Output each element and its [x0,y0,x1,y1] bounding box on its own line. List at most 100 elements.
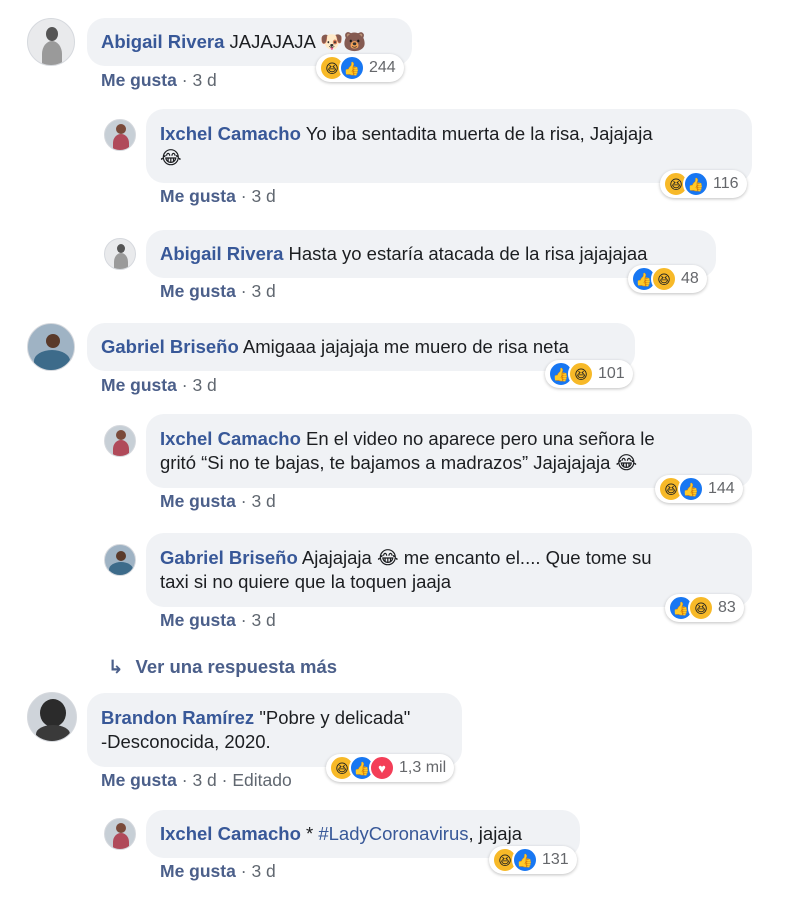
comment-text-suffix: , jajaja [468,823,522,844]
avatar-figure [116,430,126,440]
reaction-summary[interactable]: 😆 👍 144 [655,475,743,503]
comment-text-line2: taxi si no quiere que la toquen jaaja [160,571,452,592]
comment-author[interactable]: Gabriel Briseño [160,547,298,568]
like-button[interactable]: Me gusta [160,186,236,206]
like-button[interactable]: Me gusta [160,610,236,630]
reaction-count: 48 [681,270,699,287]
comment-text: Ajajajaja 😂 me encanto el.... Que tome s… [301,547,652,568]
reaction-count: 116 [713,175,739,192]
avatar-figure [116,551,126,561]
haha-reaction-icon: 😆 [651,266,677,292]
avatar-figure-body [36,725,70,741]
comment-author[interactable]: Ixchel Camacho [160,823,301,844]
avatar[interactable] [104,544,136,576]
comment-text-line2: -Desconocida, 2020. [101,731,271,752]
comment-text: Amigaaa jajajaja me muero de risa neta [242,336,569,357]
like-reaction-icon: 👍 [512,847,538,873]
avatar[interactable] [27,18,75,66]
comment-timestamp[interactable]: 3 d [251,491,275,511]
comment-actions: Me gusta · 3 d [101,70,217,90]
comment-timestamp[interactable]: 3 d [251,610,275,630]
comment-timestamp[interactable]: 3 d [251,186,275,206]
comment-bubble: Ixchel Camacho Yo iba sentadita muerta d… [146,109,752,183]
reaction-summary[interactable]: 👍 😆 83 [665,594,744,622]
reaction-count: 1,3 mil [399,759,447,776]
avatar[interactable] [27,692,77,742]
comment-bubble: Gabriel Briseño Ajajajaja 😂 me encanto e… [146,533,752,607]
comment-actions: Me gusta · 3 d [160,610,276,630]
hashtag-link[interactable]: #LadyCoronavirus [318,823,468,844]
reaction-summary[interactable]: 👍 😆 101 [545,360,633,388]
comment-text: En el video no aparece pero una señora l… [306,428,655,449]
like-button[interactable]: Me gusta [160,491,236,511]
reaction-count: 144 [708,480,735,497]
view-more-replies-label: Ver una respuesta más [135,656,338,677]
reaction-count: 83 [718,599,736,616]
comment-timestamp[interactable]: 3 d [192,770,216,790]
reaction-summary[interactable]: 😆 👍 ♥ 1,3 mil [326,754,455,782]
avatar[interactable] [104,119,136,151]
comment-text-prefix: * [306,823,319,844]
avatar[interactable] [104,425,136,457]
comment-actions: Me gusta · 3 d · Editado [101,770,292,790]
comment-timestamp[interactable]: 3 d [192,375,216,395]
reaction-count: 244 [369,59,396,76]
reaction-summary[interactable]: 😆 👍 131 [489,846,577,874]
avatar[interactable] [27,323,75,371]
reaction-count: 101 [598,365,625,382]
avatar[interactable] [104,238,136,270]
haha-reaction-icon: 😆 [568,361,594,387]
comment-timestamp[interactable]: 3 d [251,861,275,881]
comment-author[interactable]: Ixchel Camacho [160,428,301,449]
avatar[interactable] [104,818,136,850]
comment-actions: Me gusta · 3 d [160,491,276,511]
comment-text: Hasta yo estaría atacada de la risa jaja… [288,243,648,264]
edited-label: Editado [232,770,292,790]
like-reaction-icon: 👍 [339,55,365,81]
reply-arrow-icon: ↳ [108,656,124,677]
comment-author[interactable]: Gabriel Briseño [101,336,239,357]
comment-text: Yo iba sentadita muerta de la risa, Jaja… [305,123,653,144]
like-button[interactable]: Me gusta [101,70,177,90]
avatar-figure-body [113,134,129,150]
comment-author[interactable]: Abigail Rivera [160,243,283,264]
like-button[interactable]: Me gusta [160,861,236,881]
comment-text: "Pobre y delicada" [259,707,411,728]
love-reaction-icon: ♥ [369,755,395,781]
comment-timestamp[interactable]: 3 d [192,70,216,90]
like-reaction-icon: 👍 [678,476,704,502]
comment-author[interactable]: Brandon Ramírez [101,707,254,728]
like-reaction-icon: 👍 [683,171,709,197]
comment-timestamp[interactable]: 3 d [251,281,275,301]
avatar-figure [46,334,60,348]
reaction-summary[interactable]: 😆 👍 116 [660,170,747,198]
comment-actions: Me gusta · 3 d [160,281,276,301]
comment-actions: Me gusta · 3 d [160,186,276,206]
avatar-figure [46,27,58,41]
like-button[interactable]: Me gusta [101,375,177,395]
reaction-summary[interactable]: 😆 👍 244 [316,54,404,82]
avatar-figure-body [113,440,129,456]
comment-author[interactable]: Ixchel Camacho [160,123,301,144]
comment-actions: Me gusta · 3 d [160,861,276,881]
view-more-replies-link[interactable]: ↳ Ver una respuesta más [108,656,337,678]
avatar-figure-body [42,41,62,65]
avatar-figure-body [113,833,129,849]
avatar-figure-body [114,253,128,269]
comment-text: JAJAJAJA 🐶🐻 [229,31,367,52]
like-button[interactable]: Me gusta [160,281,236,301]
comment-author[interactable]: Abigail Rivera [101,31,224,52]
comment-actions: Me gusta · 3 d [101,375,217,395]
comment-text-line2: gritó “Si no te bajas, te bajamos a madr… [160,452,638,473]
avatar-figure [40,699,66,727]
avatar-figure [116,124,126,134]
like-button[interactable]: Me gusta [101,770,177,790]
avatar-figure-body [34,350,70,370]
haha-reaction-icon: 😆 [688,595,714,621]
comment-text-line2: 😂 [160,147,182,168]
avatar-figure [117,244,125,253]
avatar-figure-body [109,562,133,575]
reaction-summary[interactable]: 👍 😆 48 [628,265,707,293]
avatar-figure [116,823,126,833]
reaction-count: 131 [542,851,569,868]
